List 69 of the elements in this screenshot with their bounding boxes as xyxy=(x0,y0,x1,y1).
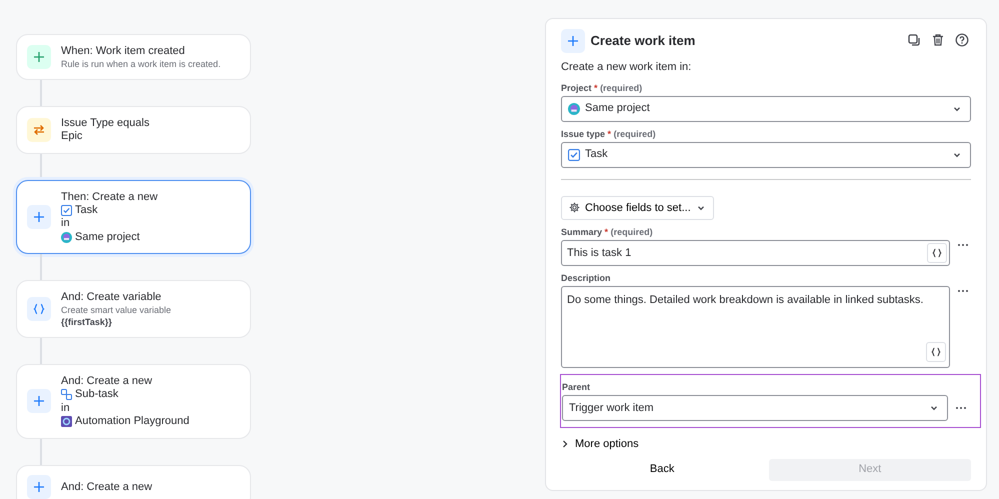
braces-icon xyxy=(27,297,51,321)
plus-icon xyxy=(561,29,585,53)
step-title: Then: Create a new xyxy=(61,190,158,204)
smart-value-button[interactable] xyxy=(926,342,946,362)
field-label: Summary xyxy=(561,227,602,237)
step-detail: Rule is run when a work item is created. xyxy=(61,58,221,70)
project-avatar-icon xyxy=(61,416,72,428)
rule-step-card[interactable]: And: Create a new Sub-task in Automation Playground xyxy=(16,364,251,438)
rule-step-card[interactable]: Issue Type equals Epic xyxy=(16,106,251,154)
required-hint: (required) xyxy=(610,227,653,237)
swap-arrows-icon xyxy=(27,118,51,142)
required-hint: (required) xyxy=(600,82,642,92)
choose-fields-dropdown[interactable]: Choose fields to set... xyxy=(561,196,714,220)
rule-step-card[interactable]: Then: Create a new Task in Same project xyxy=(16,180,251,254)
smart-value-button[interactable] xyxy=(926,243,946,263)
smart-value-text: {{firstTask}} xyxy=(61,316,113,328)
plus-icon xyxy=(27,45,51,69)
help-icon[interactable] xyxy=(955,33,971,49)
braces-icon xyxy=(930,347,940,357)
checkbox-icon xyxy=(61,204,72,216)
select-field[interactable]: Trigger work item xyxy=(562,395,948,421)
plus-icon xyxy=(27,474,51,498)
project-avatar-icon xyxy=(568,102,580,114)
plus-icon xyxy=(27,204,51,229)
rule-step-card[interactable]: And: Create variable Create smart value variable {{firstTask}} xyxy=(16,280,251,338)
checkbox-icon xyxy=(568,148,580,160)
more-options-toggle[interactable]: More options xyxy=(561,436,971,452)
step-title: And: Create a new xyxy=(61,480,152,494)
project-avatar-icon xyxy=(61,232,72,243)
more-icon xyxy=(957,289,969,293)
more-icon xyxy=(957,243,969,247)
more-actions-button[interactable] xyxy=(955,289,971,293)
required-mark: * xyxy=(604,227,608,237)
select-field[interactable]: Task xyxy=(561,142,971,168)
step-detail: Create smart value variable xyxy=(61,304,172,316)
step-detail: Sub-task xyxy=(75,388,118,402)
intro-text: Create a new work item in: xyxy=(561,60,692,75)
text-input-field[interactable]: This is task 1 xyxy=(561,240,950,266)
step-detail: in xyxy=(61,217,71,230)
description-field[interactable]: Do some things. Detailed work breakdown is available in linked subtasks. xyxy=(561,286,950,368)
field-label: Description xyxy=(561,273,611,283)
field-label: Project xyxy=(561,82,592,92)
field-label: Parent xyxy=(562,382,590,392)
more-icon xyxy=(955,406,967,410)
step-detail: Task xyxy=(75,204,98,217)
step-detail: Same project xyxy=(75,230,140,244)
rule-step-card[interactable]: When: Work item created Rule is run when a work item is created. xyxy=(16,34,251,80)
more-actions-button[interactable] xyxy=(955,243,971,247)
required-mark: * xyxy=(594,82,598,92)
step-detail: Automation Playground xyxy=(75,415,190,428)
step-title: And: Create a new xyxy=(61,374,154,388)
required-hint: (required) xyxy=(614,128,656,138)
step-title: And: Create variable xyxy=(61,290,162,304)
step-title: When: Work item created xyxy=(61,44,186,58)
settings-icon xyxy=(569,202,580,214)
step-detail: Epic xyxy=(61,130,84,144)
chevron-right-icon xyxy=(561,440,569,448)
more-actions-button[interactable] xyxy=(953,406,969,410)
subtask-icon xyxy=(61,389,72,400)
step-title: Issue Type equals xyxy=(61,116,150,130)
select-field[interactable]: Same project xyxy=(561,96,971,122)
field-label: Issue type xyxy=(561,128,606,138)
action-button[interactable]: Back xyxy=(561,458,764,480)
panel-title: Create work item xyxy=(590,32,696,50)
required-mark: * xyxy=(608,128,612,138)
step-detail: in xyxy=(61,402,71,415)
plus-icon xyxy=(27,389,51,414)
rule-step-card[interactable]: And: Create a new xyxy=(16,464,251,499)
braces-icon xyxy=(932,248,942,258)
